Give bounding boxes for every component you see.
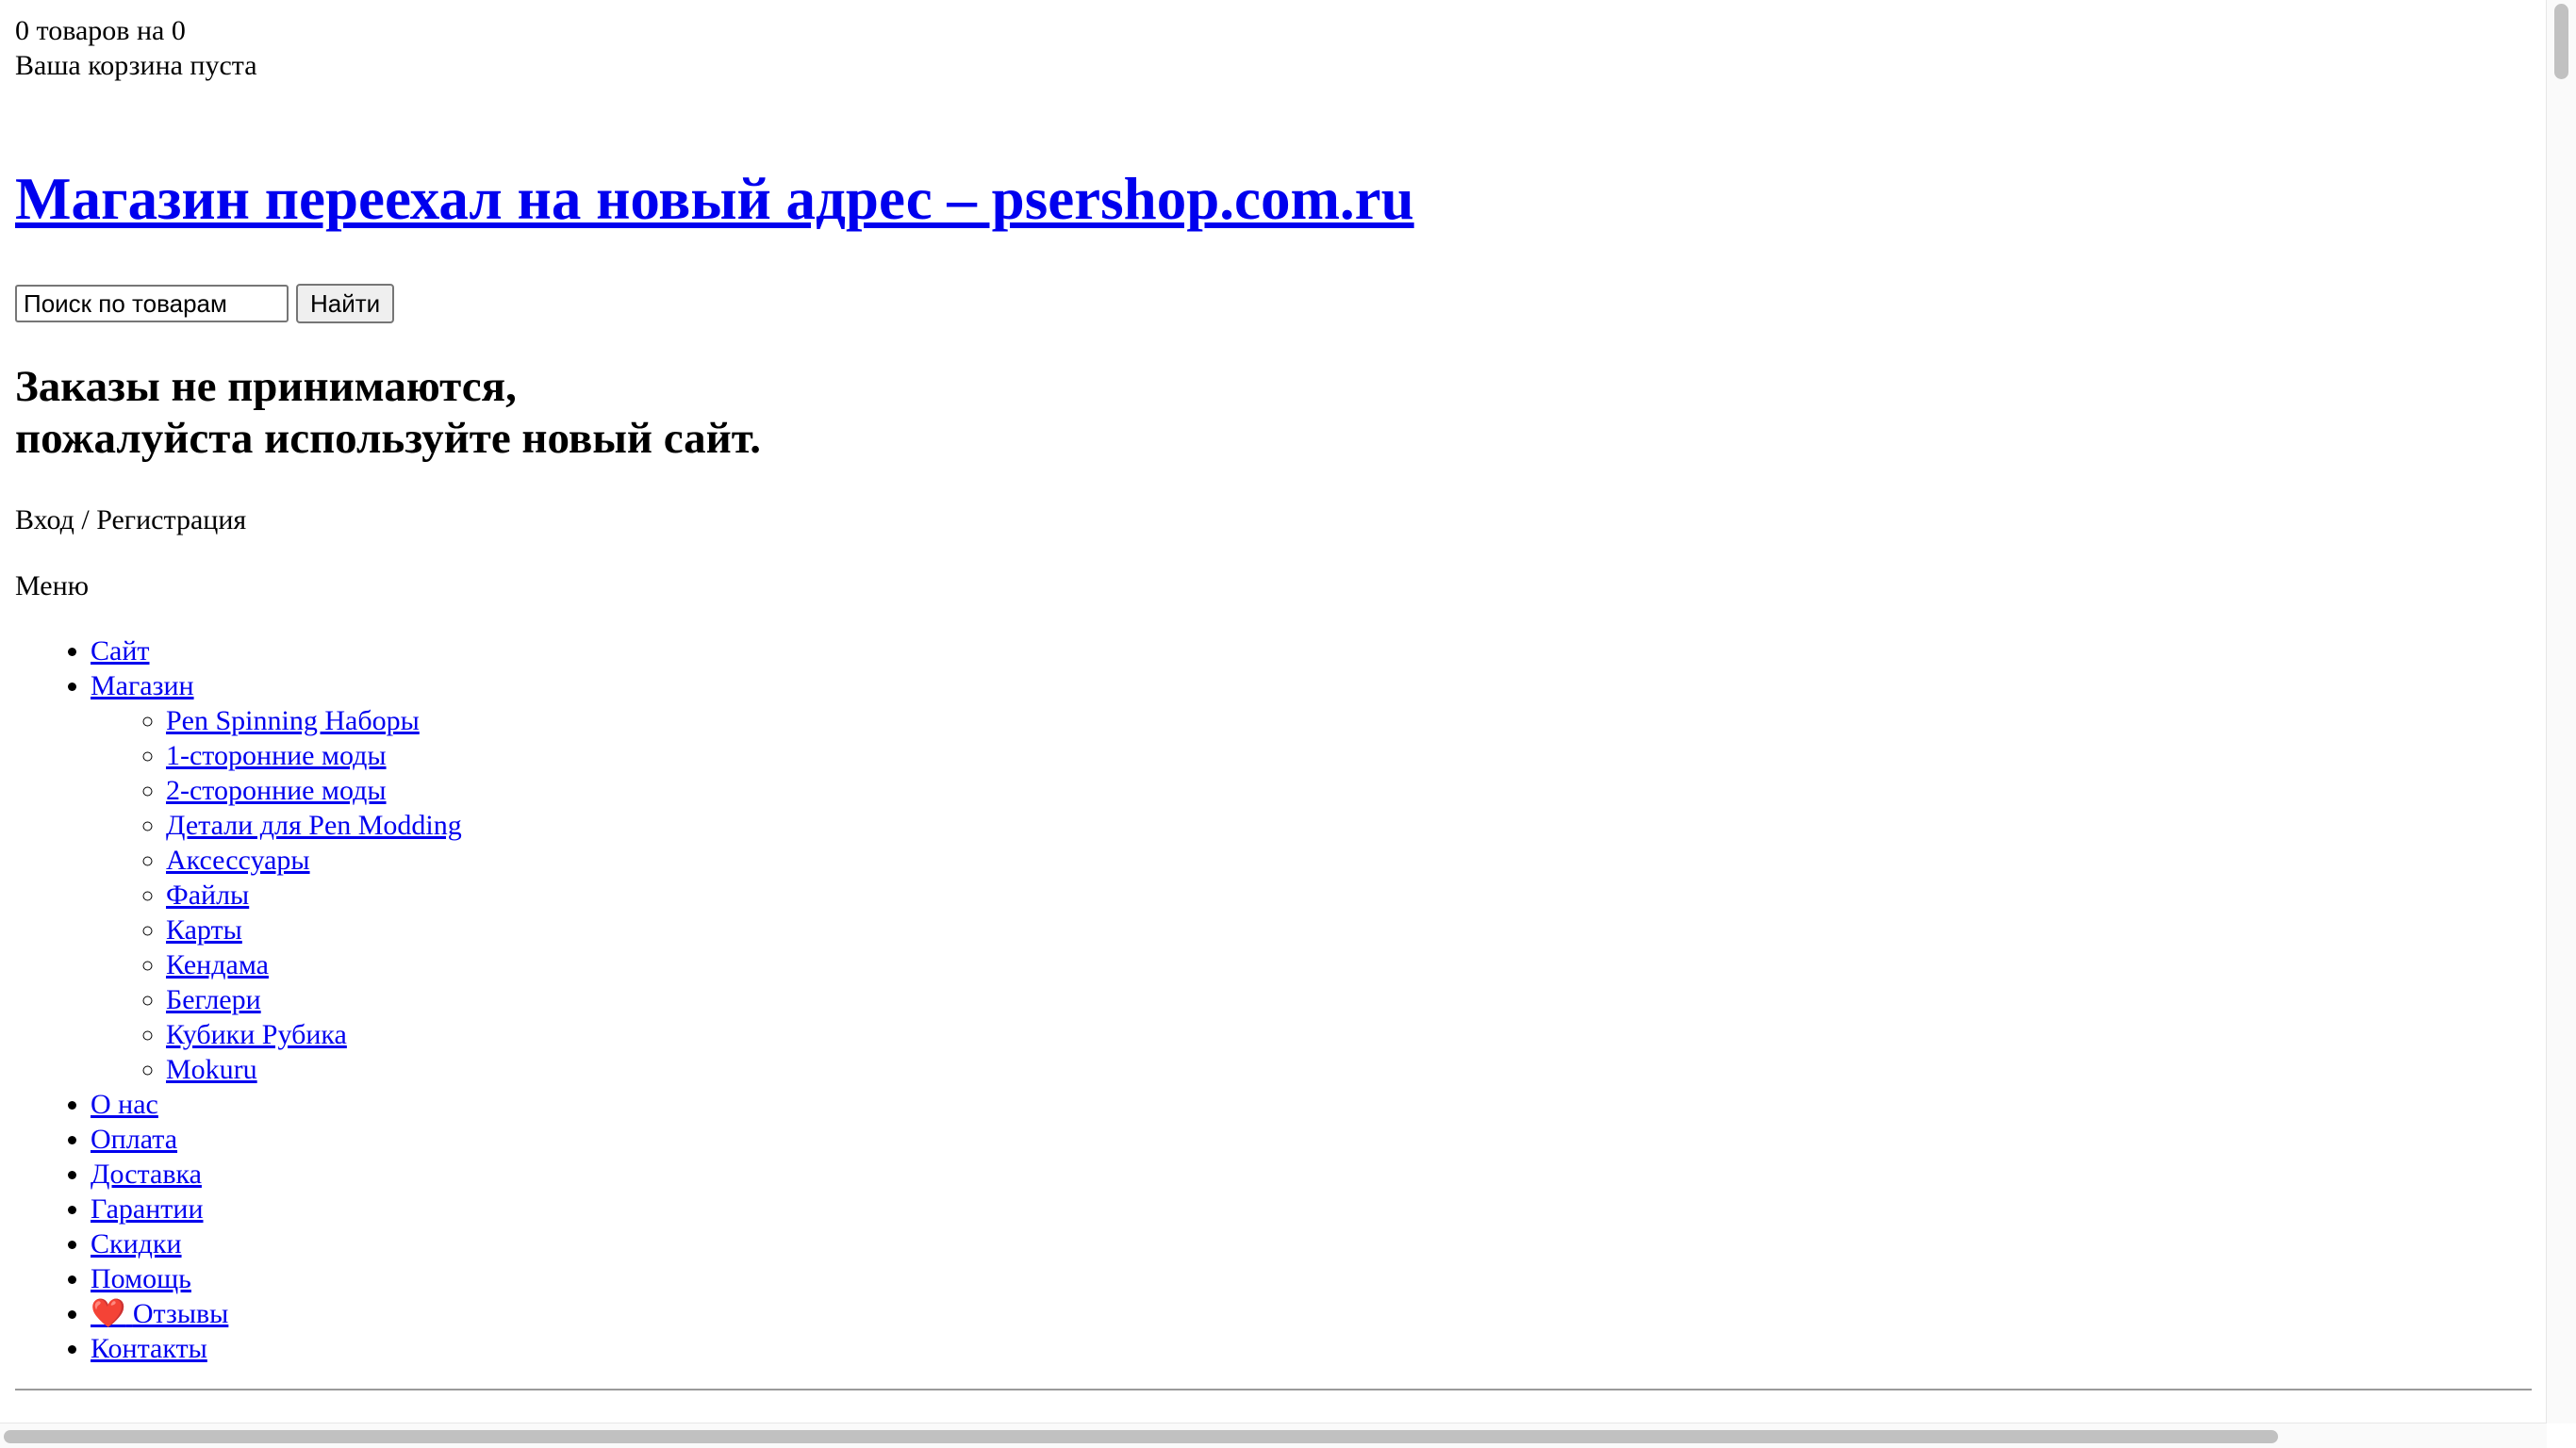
submenu-link-one-sided-mods[interactable]: 1-сторонние моды (166, 740, 387, 771)
search-input[interactable] (15, 285, 289, 322)
menu-link-site[interactable]: Сайт (91, 635, 150, 666)
menu-link-about[interactable]: О нас (91, 1089, 158, 1120)
submenu-item: 2-сторонние моды (166, 773, 462, 808)
menu-link-discounts[interactable]: Скидки (91, 1228, 182, 1259)
submenu-item: 1-сторонние моды (166, 738, 462, 773)
submenu-link-accessories[interactable]: Аксессуары (166, 845, 310, 876)
submenu-link-begleri[interactable]: Беглери (166, 984, 261, 1015)
login-register-link[interactable]: Вход / Регистрация (15, 502, 246, 537)
site-title-link[interactable]: Магазин переехал на новый адрес – psersh… (15, 166, 1414, 232)
menu-link-shop[interactable]: Магазин (91, 670, 194, 701)
page: 0 товаров на 0 Ваша корзина пуста Магази… (15, 13, 2533, 1364)
search-button[interactable]: Найти (296, 284, 395, 323)
menu-link-payment[interactable]: Оплата (91, 1124, 177, 1155)
submenu-item: Файлы (166, 878, 462, 913)
submenu-link-files[interactable]: Файлы (166, 880, 249, 911)
submenu-link-cards[interactable]: Карты (166, 914, 242, 946)
menu-item-help: Помощь (91, 1261, 462, 1296)
menu-link-reviews[interactable]: ❤️ Отзывы (91, 1297, 229, 1330)
menu-item-shop: Магазин Pen Spinning Наборы 1-сторонние … (91, 668, 462, 1087)
cart-empty-text: Ваша корзина пуста (15, 50, 257, 81)
submenu-link-pen-spinning-sets[interactable]: Pen Spinning Наборы (166, 705, 420, 736)
vertical-scrollbar-thumb[interactable] (2554, 4, 2568, 79)
main-menu: Сайт Магазин Pen Spinning Наборы 1-сторо… (15, 634, 462, 1366)
submenu-link-two-sided-mods[interactable]: 2-сторонние моды (166, 775, 387, 806)
menu-link-delivery[interactable]: Доставка (91, 1159, 202, 1190)
submenu-item: Детали для Pen Modding (166, 808, 462, 843)
submenu-item: Mokuru (166, 1052, 462, 1087)
shop-submenu: Pen Spinning Наборы 1-сторонние моды 2-с… (91, 703, 462, 1087)
heart-icon: ❤️ (91, 1297, 126, 1330)
menu-link-guarantees[interactable]: Гарантии (91, 1193, 204, 1225)
submenu-link-mokuru[interactable]: Mokuru (166, 1054, 257, 1085)
submenu-item: Кубики Рубика (166, 1017, 462, 1052)
submenu-item: Аксессуары (166, 843, 462, 878)
site-title: Магазин переехал на новый адрес – psersh… (15, 164, 1414, 234)
cart-summary: 0 товаров на 0 (15, 15, 186, 46)
submenu-item: Кендама (166, 947, 462, 982)
menu-link-help[interactable]: Помощь (91, 1263, 191, 1294)
menu-item-discounts: Скидки (91, 1226, 462, 1261)
search-form: Найти (15, 284, 395, 323)
submenu-item: Pen Spinning Наборы (166, 703, 462, 738)
submenu-item: Беглери (166, 982, 462, 1017)
menu-label[interactable]: Меню (15, 568, 89, 603)
notice-line-2: пожалуйста используйте новый сайт. (15, 414, 762, 463)
menu-item-reviews: ❤️ Отзывы (91, 1296, 462, 1331)
horizontal-rule (15, 1389, 2532, 1390)
horizontal-scrollbar-thumb[interactable] (4, 1430, 2278, 1443)
vertical-scrollbar[interactable] (2546, 0, 2576, 1423)
menu-link-reviews-label: Отзывы (132, 1298, 229, 1329)
menu-item-payment: Оплата (91, 1122, 462, 1157)
submenu-link-pen-modding-parts[interactable]: Детали для Pen Modding (166, 810, 462, 841)
menu-item-delivery: Доставка (91, 1157, 462, 1192)
notice-heading: Заказы не принимаются, пожалуйста исполь… (15, 361, 761, 465)
menu-item-about: О нас (91, 1087, 462, 1122)
submenu-link-kendama[interactable]: Кендама (166, 949, 269, 980)
menu-item-site: Сайт (91, 634, 462, 668)
menu-link-contacts[interactable]: Контакты (91, 1333, 207, 1364)
submenu-item: Карты (166, 913, 462, 947)
submenu-link-rubiks-cubes[interactable]: Кубики Рубика (166, 1019, 347, 1050)
menu-item-guarantees: Гарантии (91, 1192, 462, 1226)
notice-line-1: Заказы не принимаются, (15, 362, 517, 411)
menu-item-contacts: Контакты (91, 1331, 462, 1366)
horizontal-scrollbar[interactable] (0, 1423, 2547, 1448)
